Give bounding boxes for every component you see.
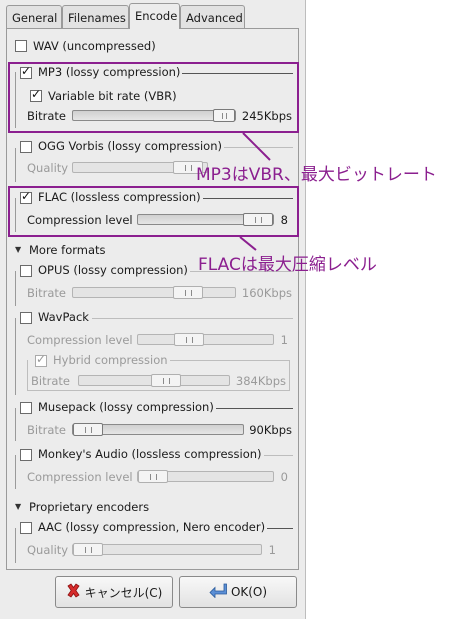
tab-encode[interactable]: Encode	[129, 3, 180, 29]
annotation-arrows	[239, 132, 271, 251]
mp3-note-pointer	[242, 132, 271, 161]
flac-note-pointer	[239, 236, 257, 251]
flac-annotation: FLACは最大圧縮レベル	[198, 255, 377, 275]
mp3-annotation: MP3はVBR、最大ビットレート	[196, 165, 437, 185]
